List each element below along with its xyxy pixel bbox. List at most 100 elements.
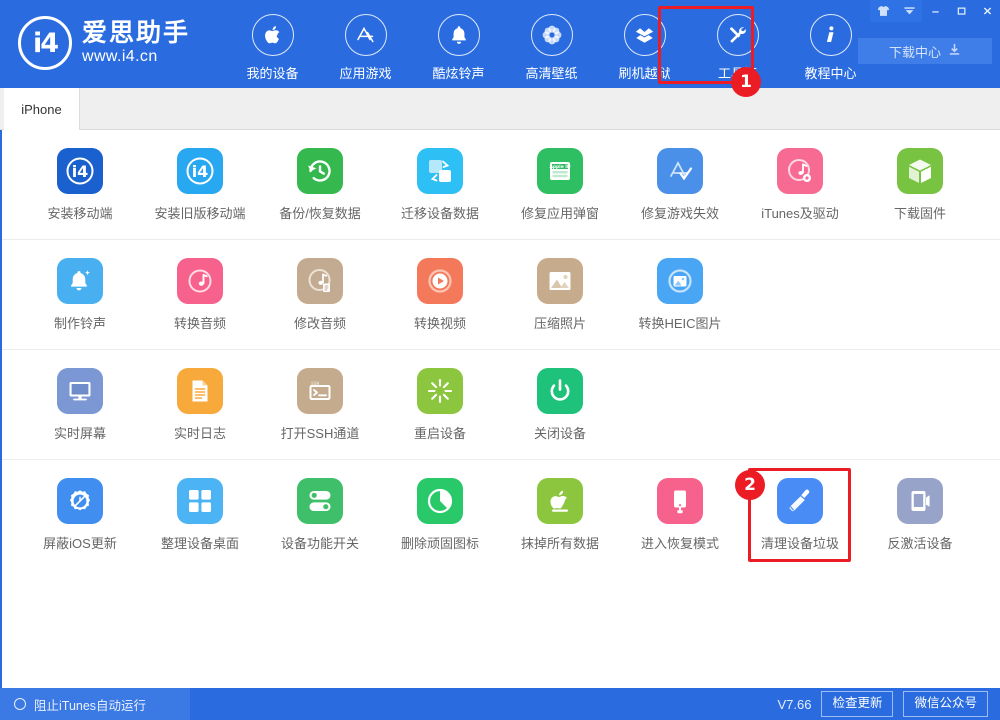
- tool-make-ringtone[interactable]: 制作铃声: [20, 240, 140, 349]
- tool-label: 修改音频: [294, 313, 346, 332]
- tool-device-feature-switch[interactable]: 设备功能开关: [260, 460, 380, 570]
- tool-shutdown-device[interactable]: 关闭设备: [500, 350, 620, 459]
- skin-icon[interactable]: [870, 0, 896, 22]
- tool-migrate-data[interactable]: 迁移设备数据: [380, 130, 500, 239]
- toggles-icon: [297, 478, 343, 524]
- nav-item-ringtones[interactable]: 酷炫铃声: [412, 8, 505, 84]
- svg-text:i4: i4: [192, 162, 209, 181]
- tools-icon: [717, 14, 759, 56]
- wechat-button[interactable]: 微信公众号: [903, 691, 988, 717]
- tool-label: 屏蔽iOS更新: [43, 533, 117, 552]
- minimize-icon[interactable]: [922, 0, 948, 22]
- tool-itunes-driver[interactable]: iTunes及驱动: [740, 130, 860, 239]
- check-update-button[interactable]: 检查更新: [821, 691, 893, 717]
- tab-iphone[interactable]: iPhone: [4, 88, 80, 130]
- tool-delete-stubborn-icon[interactable]: 删除顽固图标: [380, 460, 500, 570]
- toolbox-row-3: 实时屏幕 实时日志 SSH 打开SSH通道: [2, 350, 1000, 460]
- block-itunes-label: 阻止iTunes自动运行: [34, 695, 146, 714]
- tool-label: 压缩照片: [534, 313, 586, 332]
- tool-block-ios-update[interactable]: 屏蔽iOS更新: [20, 460, 140, 570]
- video-convert-icon: [417, 258, 463, 304]
- tool-label: 反激活设备: [887, 533, 952, 552]
- radio-icon: [14, 698, 26, 710]
- tool-label: 制作铃声: [54, 313, 106, 332]
- tool-edit-audio[interactable]: 修改音频: [260, 240, 380, 349]
- tool-fix-app-popup[interactable]: Apple ID 修复应用弹窗: [500, 130, 620, 239]
- monitor-icon: [57, 368, 103, 414]
- firmware-box-icon: [897, 148, 943, 194]
- tool-label: 迁移设备数据: [401, 203, 479, 222]
- tool-label: 清理设备垃圾: [761, 533, 839, 552]
- nav-item-wallpapers[interactable]: 高清壁纸: [505, 8, 598, 84]
- logo-text: 爱思助手 www.i4.cn: [82, 20, 190, 65]
- device-tabbar: iPhone: [0, 88, 1000, 130]
- tool-empty-slot: [860, 240, 980, 349]
- tool-fix-game-failure[interactable]: 修复游戏失效: [620, 130, 740, 239]
- appleid-card-icon: Apple ID: [537, 148, 583, 194]
- logo-title: 爱思助手: [82, 20, 190, 46]
- i4-lightblue-icon: i4: [177, 148, 223, 194]
- appstore-check-icon: [657, 148, 703, 194]
- tool-empty-slot: [860, 350, 980, 459]
- apple-erase-icon: [537, 478, 583, 524]
- tool-download-firmware[interactable]: 下载固件: [860, 130, 980, 239]
- i4-blue-icon: i4: [57, 148, 103, 194]
- tool-deactivate-device[interactable]: 反激活设备: [860, 460, 980, 570]
- version-label: V7.66: [777, 697, 811, 712]
- tool-empty-slot: [620, 350, 740, 459]
- main-nav: 我的设备 应用游戏 酷炫铃声: [226, 8, 877, 84]
- toolbox-row-1: i4 安装移动端 i4 安装旧版移动端 备份/恢复数: [2, 130, 1000, 240]
- tool-empty-slot: [740, 240, 860, 349]
- tool-label: 抹掉所有数据: [521, 533, 599, 552]
- nav-item-my-device[interactable]: 我的设备: [226, 8, 319, 84]
- pie-clock-icon: [417, 478, 463, 524]
- tool-backup-restore[interactable]: 备份/恢复数据: [260, 130, 380, 239]
- window-controls: [870, 0, 1000, 22]
- tool-realtime-screen[interactable]: 实时屏幕: [20, 350, 140, 459]
- tool-compress-photo[interactable]: 压缩照片: [500, 240, 620, 349]
- tool-erase-all-data[interactable]: 抹掉所有数据: [500, 460, 620, 570]
- nav-item-flash-jailbreak[interactable]: 刷机越狱: [598, 8, 691, 84]
- nav-label: 高清壁纸: [525, 63, 577, 82]
- toolbox-grid: i4 安装移动端 i4 安装旧版移动端 备份/恢复数: [0, 130, 1000, 688]
- nav-label: 教程中心: [804, 63, 856, 82]
- block-update-icon: [57, 478, 103, 524]
- close-icon[interactable]: [974, 0, 1000, 22]
- appstore-icon: [345, 14, 387, 56]
- app-logo: i4 爱思助手 www.i4.cn: [18, 16, 190, 70]
- tool-convert-video[interactable]: 转换视频: [380, 240, 500, 349]
- block-itunes-toggle[interactable]: 阻止iTunes自动运行: [0, 688, 190, 720]
- tool-convert-audio[interactable]: 转换音频: [140, 240, 260, 349]
- grid-squares-icon: [177, 478, 223, 524]
- heic-convert-icon: [657, 258, 703, 304]
- tool-label: 安装移动端: [47, 203, 112, 222]
- tab-label: iPhone: [21, 102, 61, 117]
- tool-organize-desktop[interactable]: 整理设备桌面: [140, 460, 260, 570]
- tool-label: 关闭设备: [534, 423, 586, 442]
- restart-icon: [417, 368, 463, 414]
- nav-item-apps-games[interactable]: 应用游戏: [319, 8, 412, 84]
- nav-label: 酷炫铃声: [432, 63, 484, 82]
- info-icon: [810, 14, 852, 56]
- maximize-icon[interactable]: [948, 0, 974, 22]
- annotation-step-2: 2: [735, 470, 765, 500]
- tool-enter-recovery-mode[interactable]: 进入恢复模式: [620, 460, 740, 570]
- tool-open-ssh[interactable]: SSH 打开SSH通道: [260, 350, 380, 459]
- tool-convert-heic[interactable]: 转换HEIC图片: [620, 240, 740, 349]
- tool-install-old-mobile[interactable]: i4 安装旧版移动端: [140, 130, 260, 239]
- tool-label: 备份/恢复数据: [279, 203, 361, 222]
- recovery-phone-icon: [657, 478, 703, 524]
- logo-url: www.i4.cn: [82, 49, 190, 66]
- svg-text:Apple ID: Apple ID: [550, 164, 571, 170]
- deactivate-icon: [897, 478, 943, 524]
- tool-restart-device[interactable]: 重启设备: [380, 350, 500, 459]
- collapse-icon[interactable]: [896, 0, 922, 22]
- download-center-button[interactable]: 下载中心: [858, 38, 992, 64]
- tool-label: 安装旧版移动端: [154, 203, 245, 222]
- tool-realtime-log[interactable]: 实时日志: [140, 350, 260, 459]
- status-bar-actions: V7.66 检查更新 微信公众号: [777, 688, 988, 720]
- tool-label: 打开SSH通道: [281, 423, 360, 442]
- tool-install-mobile[interactable]: i4 安装移动端: [20, 130, 140, 239]
- audio-edit-icon: [297, 258, 343, 304]
- tool-label: 设备功能开关: [281, 533, 359, 552]
